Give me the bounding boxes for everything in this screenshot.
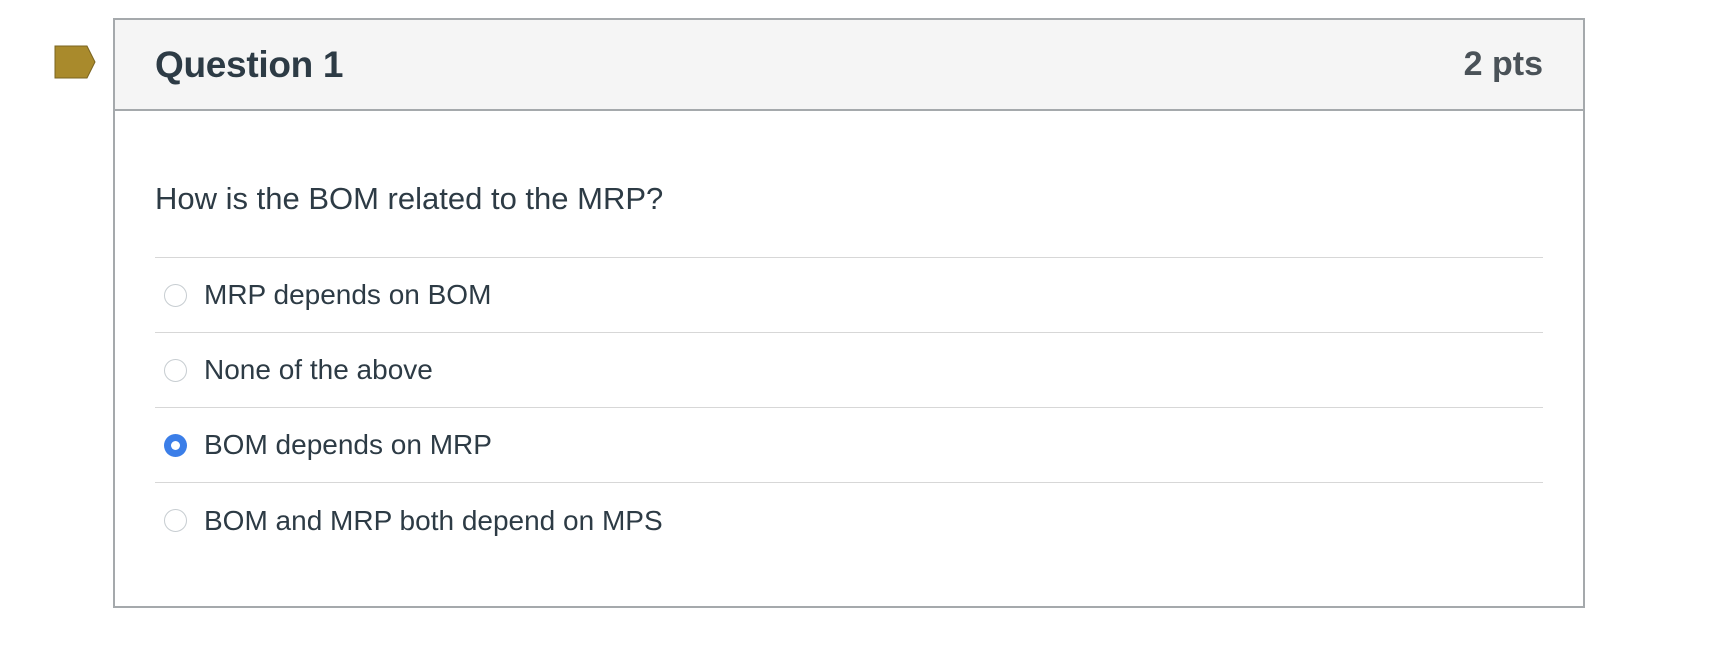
answer-label: None of the above (204, 354, 433, 385)
flag-icon (54, 45, 96, 79)
question-title: Question 1 (155, 43, 344, 85)
radio-button[interactable] (164, 283, 187, 307)
answer-label: MRP depends on BOM (204, 279, 492, 310)
answer-label: BOM and MRP both depend on MPS (204, 504, 663, 536)
question-points: 2 pts (1463, 45, 1543, 83)
answer-option[interactable]: BOM and MRP both depend on MPS (155, 483, 1543, 558)
question-text: How is the BOM related to the MRP? (155, 181, 664, 216)
answer-option[interactable]: None of the above (155, 333, 1543, 408)
question-body: How is the BOM related to the MRP? MRP d… (115, 173, 1583, 558)
flag-question-button[interactable] (54, 45, 96, 79)
radio-button[interactable] (164, 509, 187, 532)
answer-option[interactable]: MRP depends on BOM (155, 258, 1543, 333)
question-header: Question 1 2 pts (115, 20, 1583, 111)
answer-label: BOM depends on MRP (204, 429, 492, 460)
radio-button[interactable] (164, 433, 187, 457)
answer-list: MRP depends on BOM None of the above BOM… (155, 257, 1543, 558)
radio-button[interactable] (164, 358, 187, 382)
answer-option[interactable]: BOM depends on MRP (155, 408, 1543, 483)
question-card: Question 1 2 pts How is the BOM related … (113, 18, 1585, 608)
